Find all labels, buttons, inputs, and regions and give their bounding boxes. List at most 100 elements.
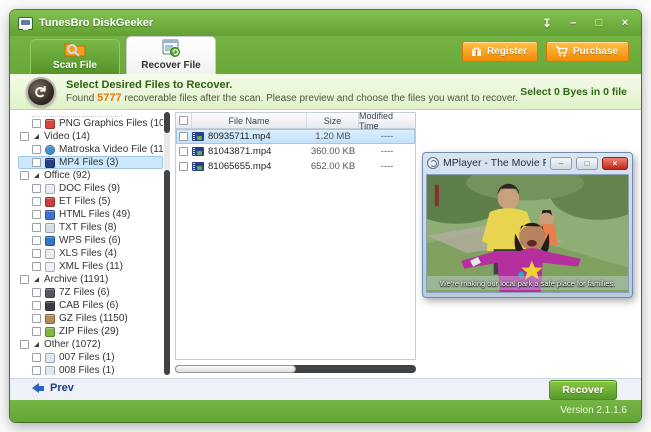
register-button[interactable]: Register [462, 41, 538, 62]
sidebar-scrollbar[interactable] [164, 112, 170, 375]
sidebar-item[interactable]: PNG Graphics Files (1060) [18, 117, 163, 130]
checkbox[interactable] [179, 132, 188, 141]
file-name: 81065655.mp4 [208, 161, 271, 172]
checkbox[interactable] [20, 340, 29, 349]
selection-summary: Select 0 Byes in 0 file [520, 86, 627, 98]
sidebar-item[interactable]: HTML Files (49) [18, 208, 163, 221]
zip-file-icon [45, 327, 55, 337]
sidebar-item[interactable]: 7Z Files (6) [18, 286, 163, 299]
sidebar-item[interactable]: WPS Files (6) [18, 234, 163, 247]
checkbox[interactable] [32, 210, 41, 219]
checkbox[interactable] [32, 184, 41, 193]
select-all-checkbox[interactable] [179, 116, 188, 125]
title-bar: TunesBro DiskGeeker ↧ – □ × [10, 10, 641, 36]
table-body: 80935711.mp41.20 MB----81043871.mp4360.0… [176, 129, 415, 174]
expand-arrow-icon[interactable] [34, 134, 39, 139]
table-row[interactable]: 80935711.mp41.20 MB---- [176, 129, 415, 144]
checkbox[interactable] [32, 223, 41, 232]
checkbox[interactable] [32, 119, 41, 128]
sidebar-item[interactable]: ZIP Files (29) [18, 325, 163, 338]
sidebar-item[interactable]: Matroska Video File (11) [18, 143, 163, 156]
checkbox[interactable] [32, 145, 41, 154]
sidebar-item[interactable]: GZ Files (1150) [18, 312, 163, 325]
purchase-button[interactable]: Purchase [546, 41, 629, 62]
sidebar-item[interactable]: MP4 Files (3) [18, 156, 163, 169]
checkbox[interactable] [20, 171, 29, 180]
scrollbar-thumb[interactable] [164, 112, 170, 133]
sidebar-item[interactable]: Office (92) [18, 169, 163, 182]
sidebar-item[interactable]: Archive (1191) [18, 273, 163, 286]
found-count: 5777 [97, 92, 121, 104]
tab-label: Scan File [53, 60, 97, 71]
checkbox[interactable] [32, 353, 41, 362]
checkbox[interactable] [32, 158, 41, 167]
sidebar-item[interactable]: TXT Files (8) [18, 221, 163, 234]
column-file-name[interactable]: File Name [192, 113, 307, 128]
mp4-file-icon [45, 158, 55, 168]
close-icon[interactable]: × [617, 17, 633, 29]
checkbox[interactable] [32, 236, 41, 245]
window-controls: ↧ – □ × [539, 10, 633, 36]
checkbox[interactable] [20, 275, 29, 284]
footer-bar: Version 2.1.1.6 [10, 400, 641, 422]
column-size[interactable]: Size [307, 113, 359, 128]
mplayer-maximize-button[interactable]: □ [576, 157, 598, 170]
recover-button[interactable]: Recover [549, 380, 617, 400]
table-row[interactable]: 81065655.mp4652.00 KB---- [176, 159, 415, 174]
checkbox[interactable] [32, 262, 41, 271]
sidebar-item[interactable]: Video (14) [18, 130, 163, 143]
sidebar-item-label: Archive (1191) [44, 274, 108, 285]
sidebar-item[interactable]: ET Files (5) [18, 195, 163, 208]
checkbox[interactable] [20, 132, 29, 141]
scrollbar-thumb[interactable] [164, 170, 170, 375]
scrollbar-thumb[interactable] [175, 365, 296, 373]
checkbox[interactable] [32, 327, 41, 336]
sidebar-item[interactable]: Other (1072) [18, 338, 163, 351]
bottom-bar: Prev Recover [10, 378, 641, 400]
column-modified-time[interactable]: Modified Time [359, 113, 415, 128]
minimize-icon[interactable]: – [565, 17, 581, 29]
mplayer-title-bar[interactable]: MPlayer - The Movie Player – □ × [423, 153, 632, 173]
checkbox[interactable] [179, 147, 188, 156]
checkbox[interactable] [32, 301, 41, 310]
video-preview[interactable]: We're making our local park a safe place… [426, 174, 629, 293]
maximize-icon[interactable]: □ [591, 17, 607, 29]
sidebar-item[interactable]: 007 Files (1) [18, 351, 163, 364]
download-icon[interactable]: ↧ [539, 17, 555, 30]
checkbox[interactable] [32, 197, 41, 206]
et-file-icon [45, 197, 55, 207]
video-file-icon [192, 162, 204, 171]
modified-time: ---- [359, 144, 415, 159]
expand-arrow-icon[interactable] [34, 342, 39, 347]
file-name-cell: 80935711.mp4 [192, 129, 307, 144]
sidebar-item[interactable]: XML Files (11) [18, 260, 163, 273]
expand-arrow-icon[interactable] [34, 173, 39, 178]
sidebar-item-label: 007 Files (1) [59, 352, 115, 363]
video-file-icon [192, 147, 204, 156]
video-file-icon [192, 132, 204, 141]
sidebar-item[interactable]: DOC Files (9) [18, 182, 163, 195]
mplayer-close-button[interactable]: × [602, 157, 628, 170]
checkbox[interactable] [32, 288, 41, 297]
window-title: TunesBro DiskGeeker [39, 17, 153, 29]
sidebar-item[interactable]: 008 Files (1) [18, 364, 163, 375]
table-horizontal-scrollbar[interactable] [175, 365, 416, 373]
checkbox[interactable] [179, 162, 188, 171]
sidebar-item[interactable]: XLS Files (4) [18, 247, 163, 260]
tab-recover-file[interactable]: Recover File [126, 36, 216, 74]
sidebar-item-label: 7Z Files (6) [59, 287, 110, 298]
prev-button[interactable]: Prev [32, 382, 74, 394]
checkbox[interactable] [32, 249, 41, 258]
found-suffix: recoverable files after the scan. Please… [122, 93, 518, 104]
table-row[interactable]: 81043871.mp4360.00 KB---- [176, 144, 415, 159]
expand-arrow-icon[interactable] [34, 277, 39, 282]
sidebar-item[interactable]: CAB Files (6) [18, 299, 163, 312]
mplayer-title: MPlayer - The Movie Player [443, 157, 546, 169]
main-content: PNG Graphics Files (1060)Video (14)Matro… [10, 110, 641, 378]
checkbox[interactable] [32, 366, 41, 375]
sidebar-item-label: Office (92) [44, 170, 91, 181]
checkbox[interactable] [32, 314, 41, 323]
mplayer-minimize-button[interactable]: – [550, 157, 572, 170]
tab-scan-file[interactable]: Scan File [30, 39, 120, 74]
sidebar-item-label: 008 Files (1) [59, 365, 115, 375]
